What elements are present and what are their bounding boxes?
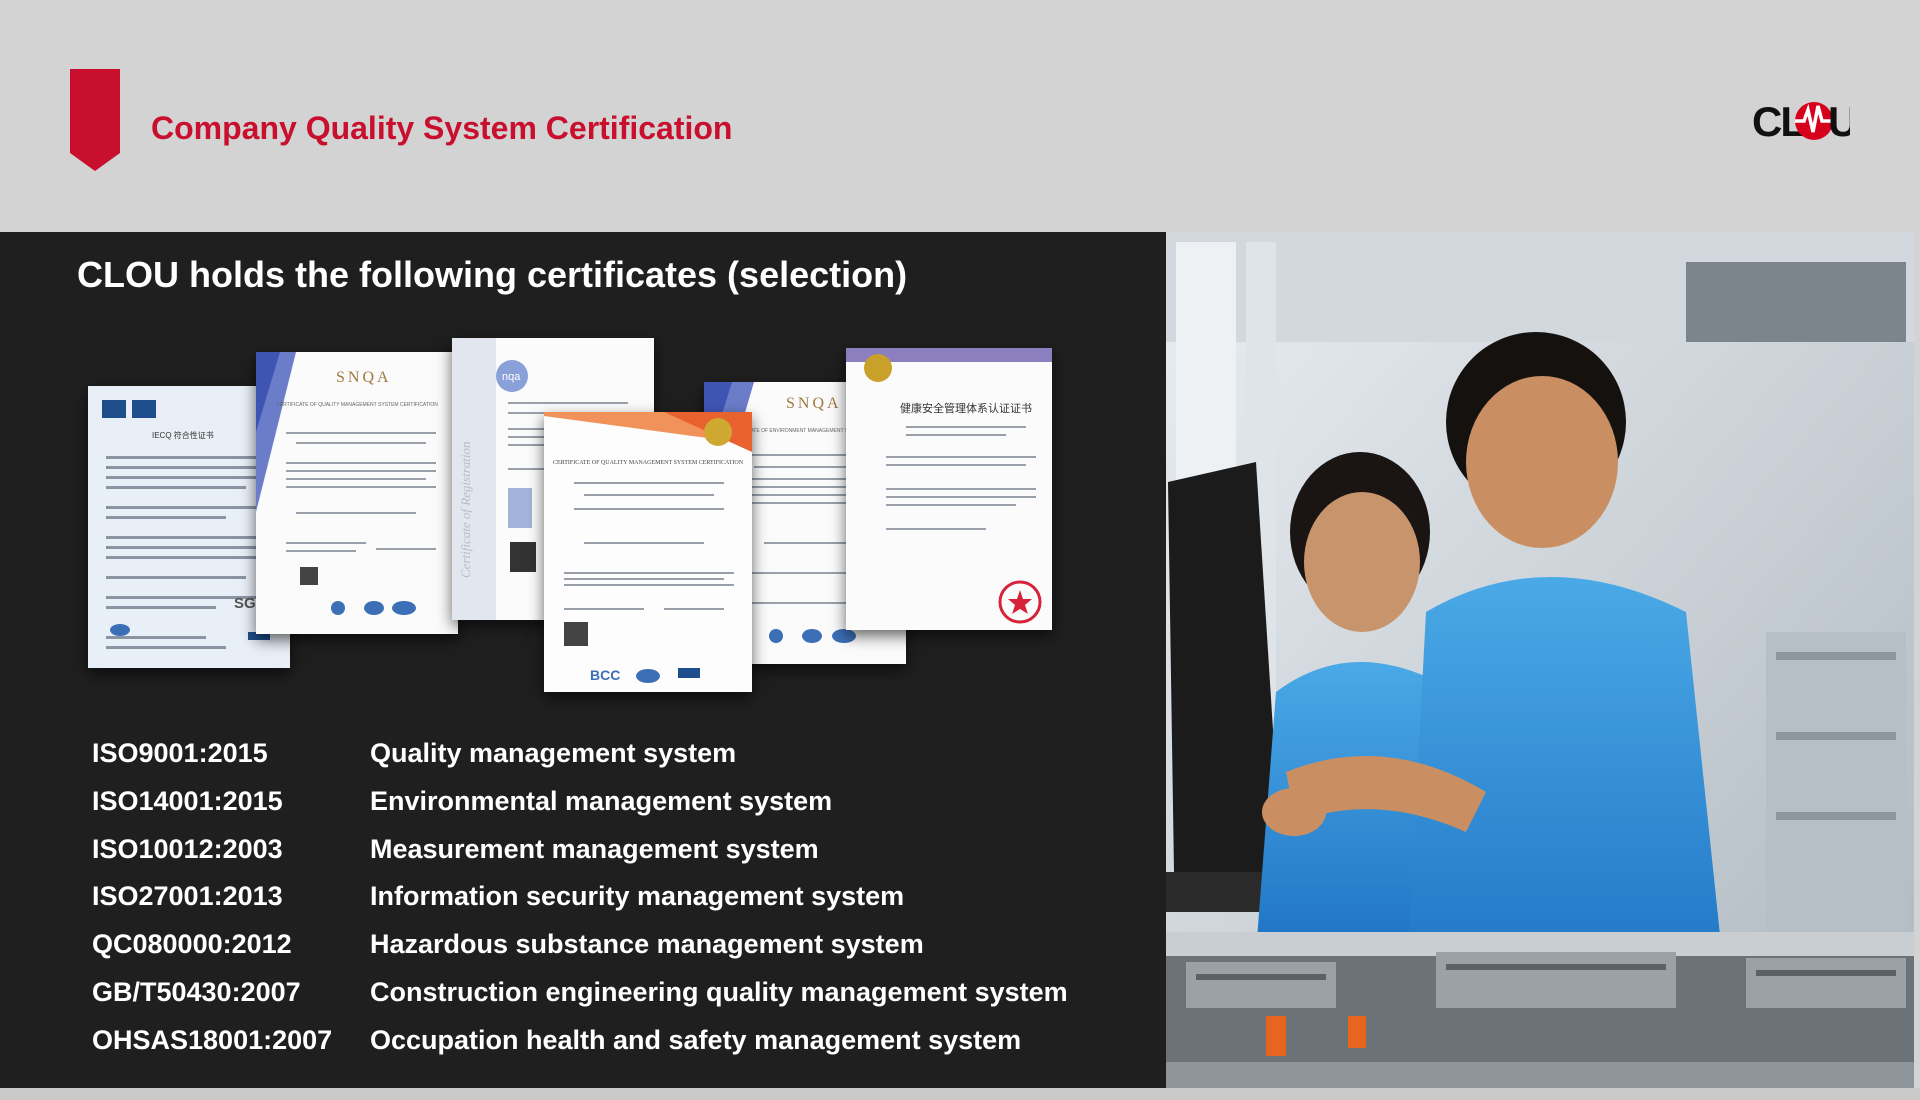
snqa-cert-title: CERTIFICATE OF QUALITY MANAGEMENT SYSTEM…	[276, 402, 438, 408]
nqa-logo: nqa	[502, 371, 521, 383]
panel-heading: CLOU holds the following certificates (s…	[77, 254, 908, 295]
certificate-image-safety: 健康安全管理体系认证证书	[846, 348, 1052, 630]
certificate-standard: ISO14001:2015	[92, 786, 283, 816]
bcc-mark: BCC	[590, 667, 620, 683]
footer-strip	[0, 1088, 1920, 1100]
clou-logo-icon: CL U	[1752, 98, 1850, 145]
cert-vertical-text: Certificate of Registration	[458, 442, 473, 579]
engineers-photo	[1166, 232, 1914, 1088]
snqa-logo: SNQA	[336, 369, 392, 386]
certificate-description: Occupation health and safety management …	[370, 1025, 1022, 1055]
slide-header: Company Quality System Certification CL …	[0, 0, 1920, 232]
quality-cert-title: CERTIFICATE OF QUALITY MANAGEMENT SYSTEM…	[553, 460, 744, 466]
iecq-cn-title: IECQ 符合性证书	[152, 430, 214, 440]
certificate-standard: QC080000:2012	[92, 929, 292, 959]
certificate-standard: OHSAS18001:2007	[92, 1025, 333, 1055]
bookmark-icon	[70, 69, 120, 171]
certificate-standard: GB/T50430:2007	[92, 977, 301, 1007]
svg-text:U: U	[1828, 98, 1850, 145]
certificate-image-snqa-quality: SNQA CERTIFICATE OF QUALITY MANAGEMENT S…	[256, 352, 458, 634]
certificate-description: Information security management system	[370, 881, 905, 911]
certificate-image-quality-front: CERTIFICATE OF QUALITY MANAGEMENT SYSTEM…	[544, 412, 752, 692]
certificate-standard: ISO10012:2003	[92, 834, 283, 864]
certificate-standard: ISO9001:2015	[92, 738, 268, 768]
certificate-description: Measurement management system	[370, 834, 819, 864]
page-title: Company Quality System Certification	[151, 110, 733, 146]
snqa-env-logo: SNQA	[786, 395, 842, 412]
certificate-description: Environmental management system	[370, 786, 833, 816]
certificate-description: Quality management system	[370, 738, 737, 768]
certificate-standard: ISO27001:2013	[92, 881, 283, 911]
certificate-description: Hazardous substance management system	[370, 929, 924, 959]
certificate-description: Construction engineering quality managem…	[370, 977, 1068, 1007]
safety-cn-title: 健康安全管理体系认证证书	[900, 401, 1032, 415]
